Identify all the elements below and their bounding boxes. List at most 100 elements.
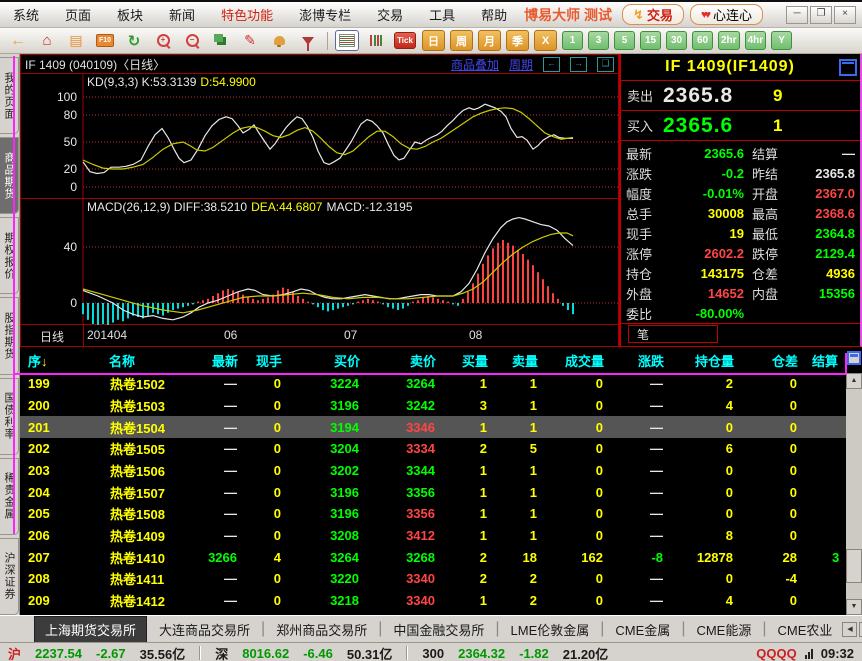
- exchange-tab-上海期货交易所[interactable]: 上海期货交易所: [34, 616, 147, 643]
- column-header-买价[interactable]: 买价: [290, 351, 368, 370]
- exchange-tab-CME能源[interactable]: CME能源: [686, 617, 761, 642]
- menu-item-新闻[interactable]: 新闻: [156, 8, 208, 23]
- back-icon[interactable]: ←: [6, 30, 30, 51]
- column-header-序[interactable]: 序↓: [20, 351, 66, 370]
- split-window-icon[interactable]: ❏: [597, 57, 614, 72]
- menu-item-特色功能[interactable]: 特色功能: [208, 8, 286, 23]
- close-button[interactable]: ×: [834, 6, 856, 24]
- period-button-Y[interactable]: Y: [771, 31, 792, 50]
- column-header-涨跌[interactable]: 涨跌: [612, 351, 672, 370]
- chart-region[interactable]: IF 1409 (040109)〈日线〉 商品叠加 周期 ← → ❏ KD(9,…: [20, 54, 619, 347]
- menu-item-页面[interactable]: 页面: [52, 8, 104, 23]
- table-row-203[interactable]: 203热卷1506—032023344110—00: [20, 460, 846, 482]
- period-button-2hr[interactable]: 2hr: [718, 31, 740, 50]
- quote-table-view-button[interactable]: [335, 30, 359, 51]
- column-header-成交量[interactable]: 成交量: [546, 351, 612, 370]
- table-row-209[interactable]: 209热卷1412—032183340120—40: [20, 590, 846, 612]
- sidebar-tab-股指期货[interactable]: 股指期货: [0, 297, 19, 374]
- table-corner-window-icon[interactable]: [847, 351, 861, 365]
- sidebar-tab-稀贵金属[interactable]: 稀贵金属: [0, 458, 19, 535]
- period-button-60[interactable]: 60: [692, 31, 713, 50]
- f10-info-icon[interactable]: F10: [93, 30, 117, 51]
- period-button-15[interactable]: 15: [640, 31, 661, 50]
- exchange-tab-大连商品交易所[interactable]: 大连商品交易所: [149, 617, 260, 642]
- table-row-202[interactable]: 202热卷1505—032043334250—60: [20, 438, 846, 460]
- menu-item-板块[interactable]: 板块: [104, 8, 156, 23]
- zoom-in-icon[interactable]: +: [151, 30, 175, 51]
- kd-indicator-panel[interactable]: KD(9,3,3) K:53.3139D:54.9900 1008050200: [21, 74, 618, 199]
- menu-item-交易[interactable]: 交易: [364, 8, 416, 23]
- heart-link-button[interactable]: ♥♥ 心连心: [690, 4, 763, 25]
- tabs-left-arrow[interactable]: ◀: [842, 622, 857, 637]
- sidebar-tab-期权报价[interactable]: 期权报价: [0, 217, 19, 294]
- column-header-名称[interactable]: 名称: [66, 351, 178, 370]
- table-row-204[interactable]: 204热卷1507—031963356110—00: [20, 481, 846, 503]
- period-button-X[interactable]: X: [534, 30, 557, 51]
- table-row-206[interactable]: 206热卷1409—032083412110—80: [20, 525, 846, 547]
- exchange-tab-CME金属[interactable]: CME金属: [605, 617, 680, 642]
- menu-item-工具[interactable]: 工具: [416, 8, 468, 23]
- scroll-up-arrow[interactable]: ▲: [846, 373, 862, 389]
- bar-chart-view-button[interactable]: [364, 30, 388, 51]
- tick-tab[interactable]: 笔: [628, 325, 718, 343]
- period-button-1[interactable]: 1: [562, 31, 583, 50]
- period-button-周[interactable]: 周: [450, 30, 473, 51]
- period-button-季[interactable]: 季: [506, 30, 529, 51]
- prev-arrow-icon[interactable]: ←: [543, 57, 560, 72]
- period-button-30[interactable]: 30: [666, 31, 687, 50]
- overlay-link[interactable]: 商品叠加: [451, 56, 499, 73]
- macd-indicator-panel[interactable]: MACD(26,12,9) DIFF:38.5210DEA:44.6807MAC…: [21, 199, 618, 325]
- column-header-现手[interactable]: 现手: [246, 351, 290, 370]
- table-row-201[interactable]: 201热卷1504—031943346110—00: [20, 416, 846, 438]
- period-button-月[interactable]: 月: [478, 30, 501, 51]
- sidebar-tab-沪深证券[interactable]: 沪深证券: [0, 538, 19, 615]
- exchange-tab-CME农业[interactable]: CME农业: [768, 617, 843, 642]
- period-button-4hr[interactable]: 4hr: [745, 31, 767, 50]
- table-row-199[interactable]: 199热卷1502—032243264110—20: [20, 373, 846, 395]
- menu-item-帮助[interactable]: 帮助: [468, 8, 520, 23]
- kd-chart[interactable]: 1008050200: [21, 74, 618, 198]
- trade-button[interactable]: ↯ 交易: [622, 4, 684, 25]
- notes-icon[interactable]: ▤: [64, 30, 88, 51]
- vertical-scrollbar[interactable]: ▲ ▼: [846, 373, 862, 615]
- home-icon[interactable]: ⌂: [35, 30, 59, 51]
- edit-pencil-icon[interactable]: ✎: [238, 30, 262, 51]
- next-arrow-icon[interactable]: →: [570, 57, 587, 72]
- period-button-5[interactable]: 5: [614, 31, 635, 50]
- column-header-结算[interactable]: 结算: [806, 351, 846, 370]
- scroll-down-arrow[interactable]: ▼: [846, 599, 862, 615]
- column-header-卖价[interactable]: 卖价: [368, 351, 444, 370]
- menu-item-澎博专栏[interactable]: 澎博专栏: [286, 8, 364, 23]
- sidebar-tab-我的页面[interactable]: 我的页面: [0, 57, 19, 134]
- refresh-icon[interactable]: ↻: [122, 30, 146, 51]
- period-button-3[interactable]: 3: [588, 31, 609, 50]
- zoom-out-icon[interactable]: −: [180, 30, 204, 51]
- exchange-tab-LME伦敦金属[interactable]: LME伦敦金属: [501, 617, 600, 642]
- restore-button[interactable]: ❐: [810, 6, 832, 24]
- cell: —: [178, 398, 246, 413]
- table-row-200[interactable]: 200热卷1503—031963242310—40: [20, 395, 846, 417]
- exchange-tab-中国金融交易所[interactable]: 中国金融交易所: [383, 617, 494, 642]
- column-header-最新[interactable]: 最新: [178, 351, 246, 370]
- quote-window-icon[interactable]: [839, 59, 857, 76]
- table-row-205[interactable]: 205热卷1508—031963356110—00: [20, 503, 846, 525]
- exchange-tab-郑州商品交易所[interactable]: 郑州商品交易所: [266, 617, 377, 642]
- overlay-icon[interactable]: [209, 30, 233, 51]
- period-link[interactable]: 周期: [509, 56, 533, 73]
- column-header-仓差[interactable]: 仓差: [742, 351, 806, 370]
- table-row-208[interactable]: 208热卷1411—032203340220—0-4: [20, 568, 846, 590]
- filter-funnel-icon[interactable]: [296, 30, 320, 51]
- period-button-日[interactable]: 日: [422, 30, 445, 51]
- column-header-买量[interactable]: 买量: [444, 351, 496, 370]
- sidebar-tab-国债利率[interactable]: 国债利率: [0, 378, 19, 455]
- table-row-207[interactable]: 207热卷14103266432643268218162-812878283: [20, 546, 846, 568]
- tick-view-button[interactable]: Tick: [393, 30, 417, 51]
- sidebar-tab-商品期货[interactable]: 商品期货: [0, 137, 19, 214]
- alert-bell-icon[interactable]: [267, 30, 291, 51]
- macd-chart[interactable]: 400: [21, 199, 618, 325]
- column-header-卖量[interactable]: 卖量: [496, 351, 546, 370]
- column-header-持仓量[interactable]: 持仓量: [672, 351, 742, 370]
- minimize-button[interactable]: ─: [786, 6, 808, 24]
- scrollbar-thumb[interactable]: [846, 549, 862, 583]
- menu-item-系统[interactable]: 系统: [0, 8, 52, 23]
